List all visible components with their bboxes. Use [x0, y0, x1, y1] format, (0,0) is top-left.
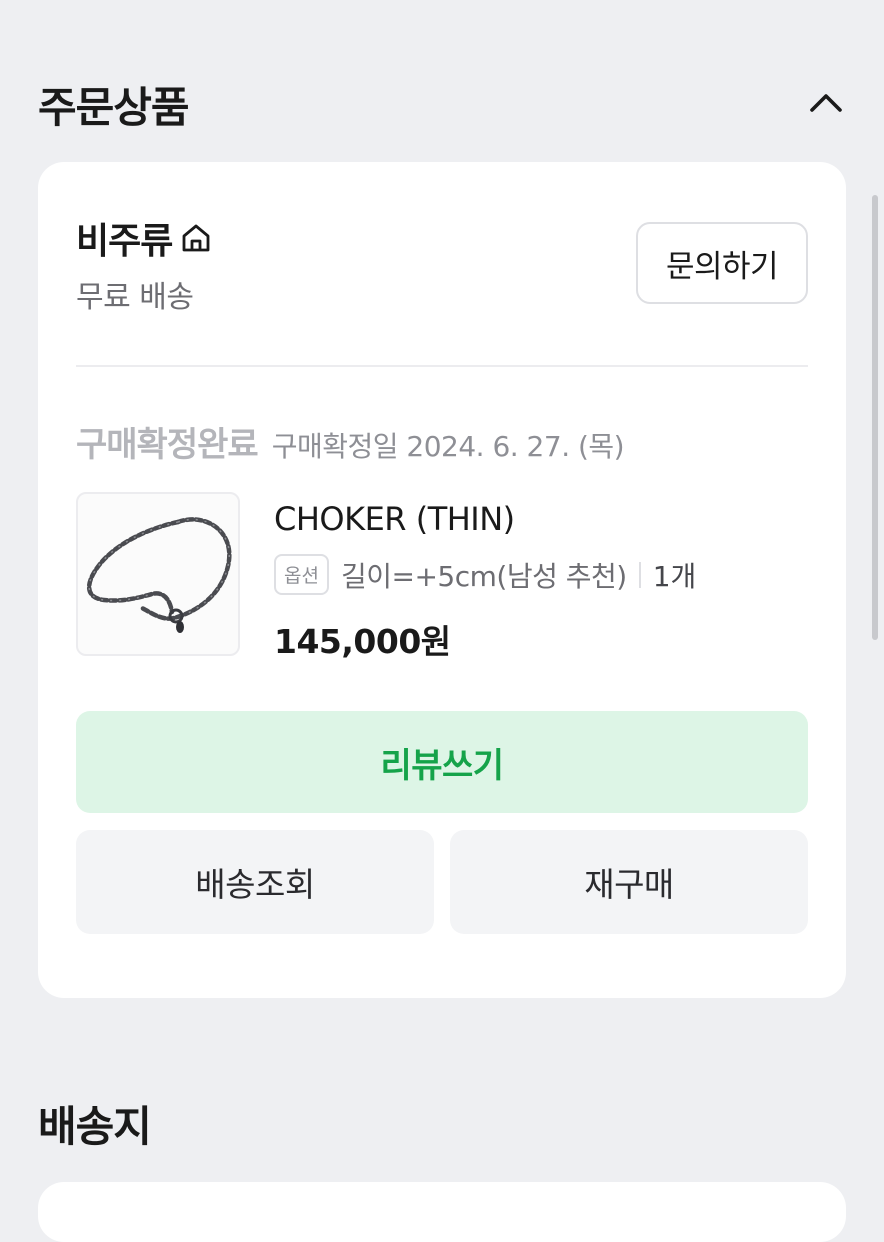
delivery-address-card — [38, 1182, 846, 1242]
write-review-button[interactable]: 리뷰쓰기 — [76, 711, 808, 813]
option-value: 길이=+5cm(남성 추천) — [340, 559, 627, 593]
chevron-up-icon — [809, 91, 843, 117]
product-price: 145,000원 — [274, 622, 451, 661]
shipping-fee: 무료 배송 — [76, 280, 194, 315]
seller-link[interactable]: 비주류 — [76, 212, 214, 264]
product-item: CHOKER (THIN) 옵션 길이=+5cm(남성 추천) 1개 145,0… — [76, 492, 808, 661]
quantity: 1개 — [652, 559, 697, 593]
product-thumbnail[interactable] — [76, 492, 240, 656]
confirm-date: 구매확정일 2024. 6. 27. (목) — [271, 430, 625, 463]
delivery-address-title: 배송지 — [38, 1102, 152, 1151]
repurchase-button[interactable]: 재구매 — [450, 830, 808, 934]
status-label: 구매확정완료 — [76, 425, 259, 465]
collapse-button[interactable] — [804, 82, 848, 126]
order-items-title: 주문상품 — [38, 82, 190, 132]
order-item-card: 비주류 무료 배송 문의하기 구매확정완료 구매확정일 2024. 6. 27.… — [38, 162, 846, 998]
action-buttons: 배송조회 재구매 — [76, 830, 808, 934]
chain-necklace-image — [87, 517, 232, 633]
home-icon — [178, 220, 214, 256]
order-items-header: 주문상품 — [38, 72, 848, 136]
scrollbar[interactable] — [872, 195, 878, 640]
seller-row: 비주류 무료 배송 문의하기 — [76, 212, 808, 322]
track-delivery-button[interactable]: 배송조회 — [76, 830, 434, 934]
product-info: CHOKER (THIN) 옵션 길이=+5cm(남성 추천) 1개 145,0… — [274, 496, 808, 663]
purchase-status: 구매확정완료 구매확정일 2024. 6. 27. (목) — [76, 417, 808, 466]
divider — [76, 365, 808, 367]
separator — [638, 561, 641, 588]
option-badge: 옵션 — [274, 554, 329, 595]
order-detail-page: 주문상품 비주류 무료 배송 문의하기 구매확정완료 구매확정일 2024. 6… — [0, 0, 884, 1242]
option-row: 옵션 길이=+5cm(남성 추천) 1개 — [274, 554, 808, 595]
seller-name: 비주류 — [76, 221, 173, 262]
product-name[interactable]: CHOKER (THIN) — [274, 500, 808, 538]
inquiry-button[interactable]: 문의하기 — [636, 222, 808, 304]
